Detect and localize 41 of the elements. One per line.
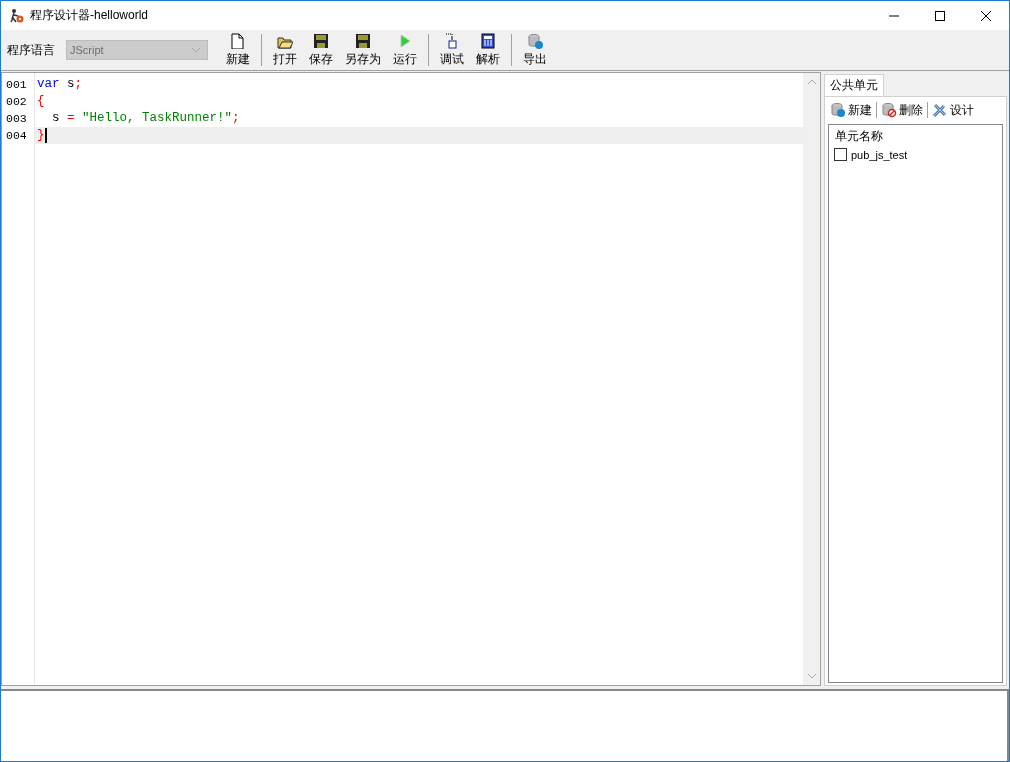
code-line: s = "Hello, TaskRunner!"; (51, 110, 240, 127)
play-icon (397, 32, 413, 49)
database-globe-icon (830, 102, 846, 118)
database-no-icon (881, 102, 897, 118)
column-header: 单元名称 (834, 128, 884, 145)
page-icon (230, 32, 246, 49)
line-number: 002 (5, 94, 28, 110)
app-logo-icon (9, 7, 25, 24)
step-into-icon (444, 32, 460, 49)
tools-icon (932, 102, 948, 118)
checkbox[interactable] (834, 148, 847, 161)
toolbar-button[interactable]: 调试 (434, 31, 470, 69)
line-number: 001 (5, 77, 28, 93)
panel-button[interactable]: 新建 (828, 101, 874, 119)
maximize-icon[interactable] (935, 10, 945, 21)
toolbar-button[interactable]: 新建 (220, 31, 256, 69)
line-number: 003 (5, 111, 28, 127)
toolbar-button[interactable]: 导出 (517, 31, 553, 69)
database-globe-icon (527, 32, 543, 49)
calculator-icon (480, 32, 496, 49)
language-label: 程序语言 (7, 41, 55, 59)
toolbar-button[interactable]: 保存 (303, 31, 339, 69)
panel-button[interactable]: 删除 (879, 101, 925, 119)
toolbar-button[interactable]: 另存为 (339, 31, 387, 69)
chevron-down-icon (191, 46, 201, 54)
scrollbar[interactable] (803, 73, 820, 685)
scroll-down-icon[interactable] (806, 672, 817, 680)
close-icon[interactable] (981, 10, 991, 21)
line-number: 004 (5, 128, 28, 144)
toolbar-button[interactable]: 解析 (470, 31, 506, 69)
window-title: 程序设计器-helloworld (30, 7, 149, 24)
panel-button[interactable]: 设计 (930, 101, 976, 119)
unit-name[interactable]: pub_js_test (851, 148, 908, 161)
text-cursor (44, 128, 47, 143)
scroll-up-icon[interactable] (806, 78, 817, 86)
code-line: var s; (37, 76, 83, 93)
panel-tab[interactable]: 公共单元 (824, 74, 884, 96)
code-line: { (37, 93, 45, 110)
toolbar-button[interactable]: 运行 (387, 31, 423, 69)
toolbar-button[interactable]: 打开 (267, 31, 303, 69)
code-line: } (37, 127, 45, 144)
